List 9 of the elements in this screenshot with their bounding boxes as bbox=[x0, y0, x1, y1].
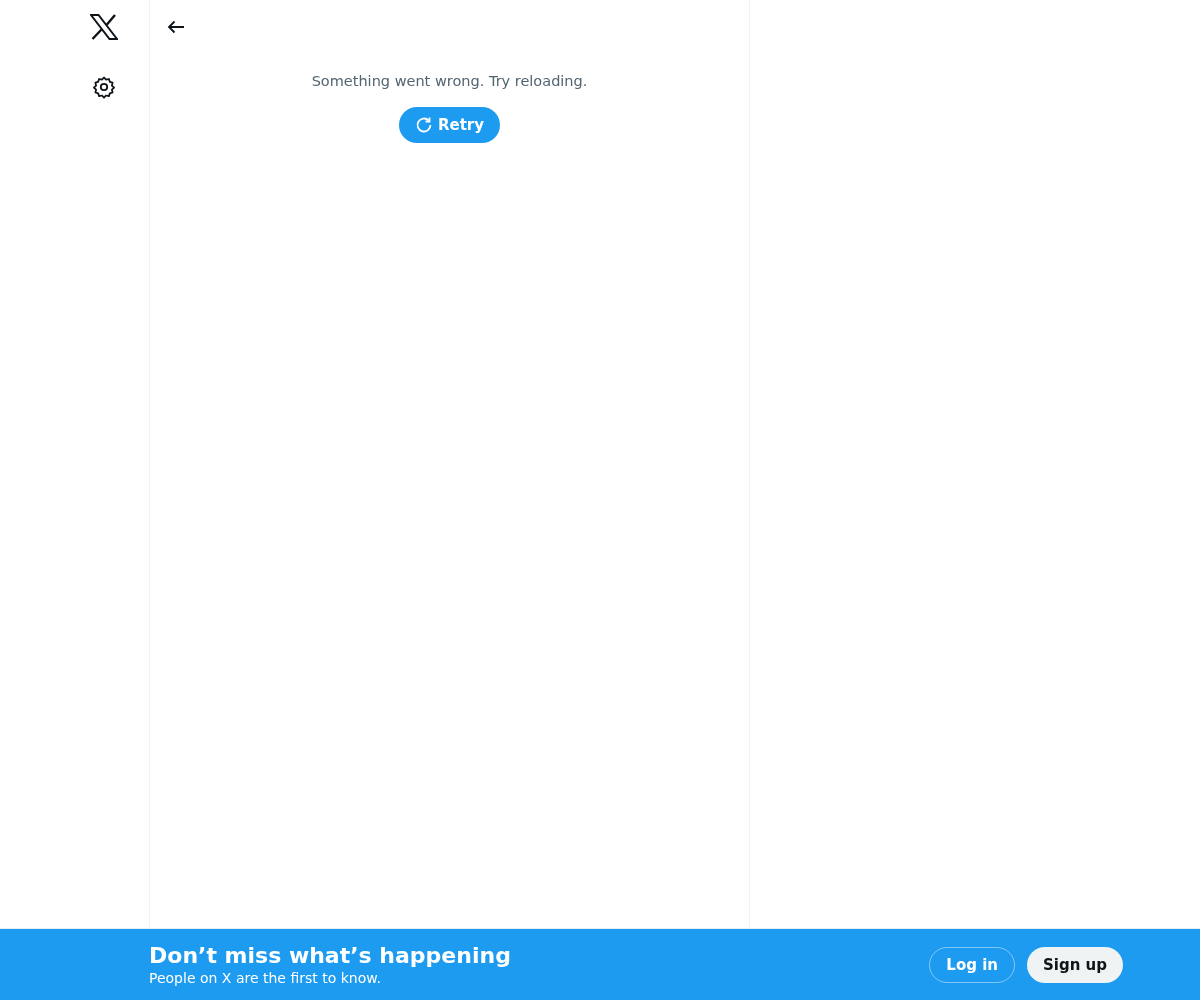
sign-up-button[interactable]: Sign up bbox=[1027, 946, 1123, 983]
refresh-icon bbox=[414, 116, 433, 134]
error-message: Something went wrong. Try reloading. bbox=[311, 73, 588, 89]
retry-label: Retry bbox=[437, 116, 485, 134]
banner-title: Don’t miss what’s happening bbox=[149, 942, 511, 969]
back-arrow-icon[interactable] bbox=[167, 19, 185, 34]
x-logo-icon[interactable] bbox=[90, 13, 118, 41]
banner-subtitle: People on X are the first to know. bbox=[149, 968, 382, 987]
retry-button[interactable]: Retry bbox=[398, 107, 501, 143]
